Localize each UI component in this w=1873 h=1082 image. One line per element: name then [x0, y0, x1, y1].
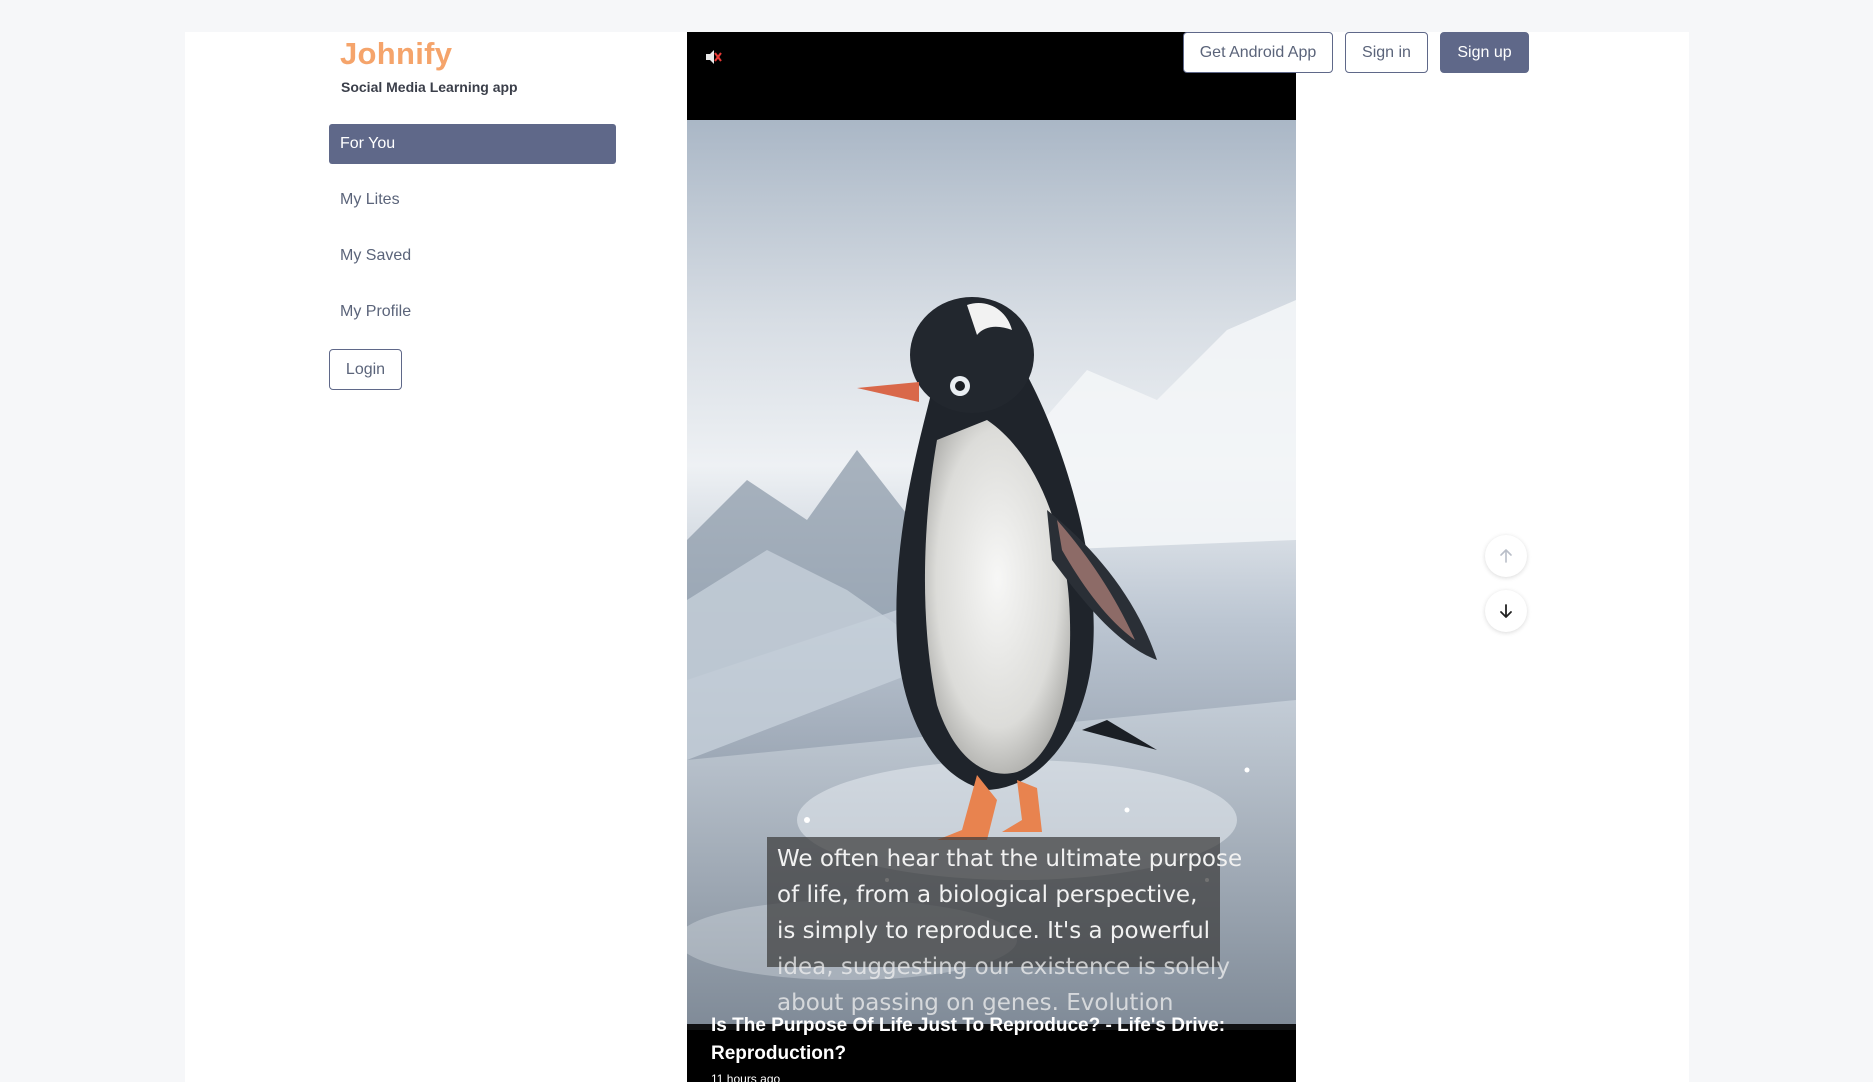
sidebar-item-for-you[interactable]: For You — [329, 124, 616, 164]
video-title: Is The Purpose Of Life Just To Reproduce… — [711, 1015, 1226, 1064]
sidebar-nav: For You My Lites My Saved My Profile — [329, 124, 616, 348]
previous-video-button[interactable] — [1485, 535, 1527, 577]
brand-tagline: Social Media Learning app — [341, 79, 518, 95]
get-android-app-button[interactable]: Get Android App — [1183, 32, 1333, 73]
sidebar-item-my-saved[interactable]: My Saved — [329, 236, 616, 276]
caption-line: We often hear that the ultimate purpose — [777, 846, 1243, 872]
login-button[interactable]: Login — [329, 349, 402, 390]
caption-line: is simply to reproduce. It's a powerful — [777, 918, 1211, 944]
sign-in-button[interactable]: Sign in — [1345, 32, 1428, 73]
speaker-muted-icon[interactable] — [704, 48, 722, 66]
caption-line: of life, from a biological perspective, — [777, 882, 1198, 908]
brand: Johnify Social Media Learning app — [340, 36, 518, 95]
video-player[interactable]: We often hear that the ultimate purpose … — [687, 32, 1296, 1082]
caption-line: idea, suggesting our existence is solely — [777, 954, 1230, 980]
app-page: Johnify Social Media Learning app For Yo… — [185, 32, 1689, 1082]
video-posted-time: 11 hours ago — [711, 1072, 781, 1082]
sidebar-item-my-profile[interactable]: My Profile — [329, 292, 616, 332]
arrow-down-icon — [1500, 604, 1512, 618]
subtitle-captions: We often hear that the ultimate purpose … — [767, 837, 1243, 1016]
brand-name[interactable]: Johnify — [340, 36, 518, 72]
arrow-up-icon — [1500, 549, 1512, 563]
sign-up-button[interactable]: Sign up — [1440, 32, 1529, 73]
next-video-button[interactable] — [1485, 590, 1527, 632]
sidebar-item-my-lites[interactable]: My Lites — [329, 180, 616, 220]
